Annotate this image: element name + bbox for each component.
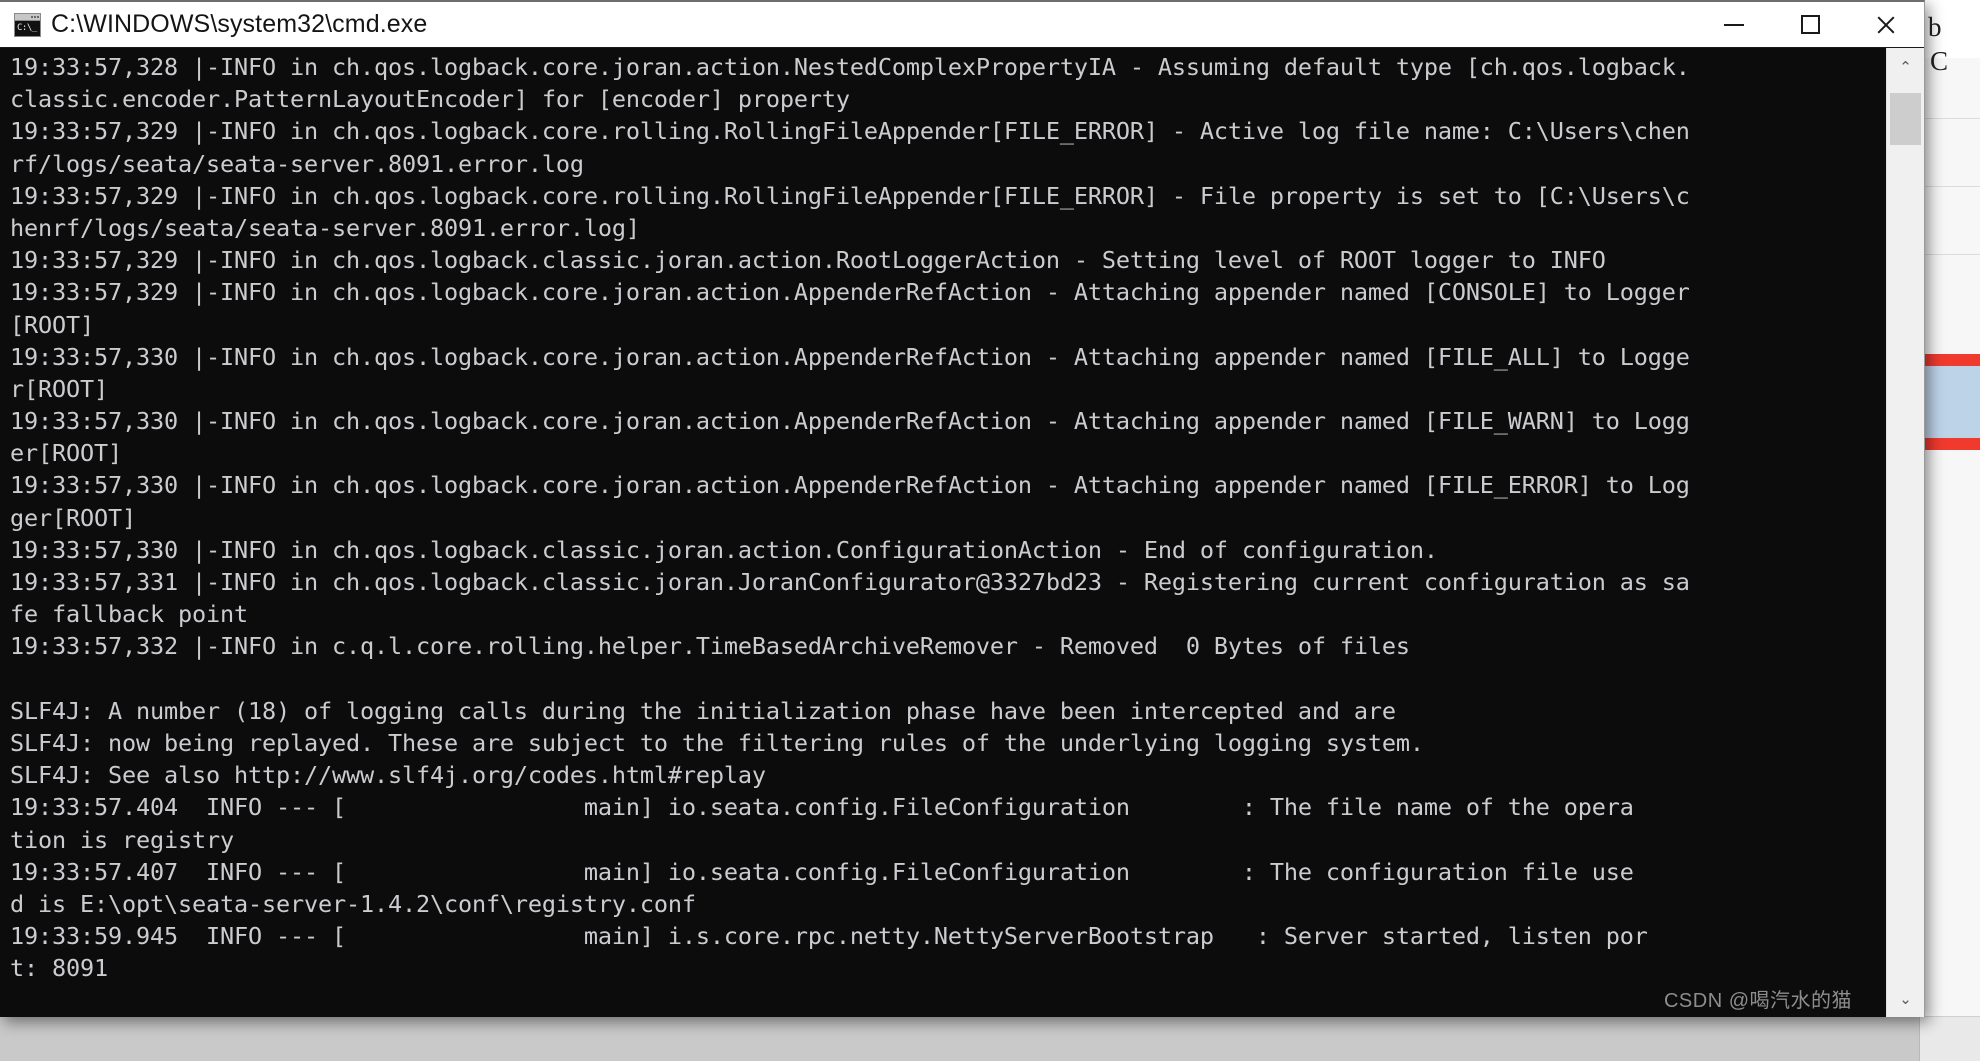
console-line: rf/logs/seata/seata-server.8091.error.lo… [10,149,584,178]
background-selection-band [1920,366,1980,438]
console-line: 19:33:57,332 |-INFO in c.q.l.core.rollin… [10,632,1410,661]
maximize-icon [1800,15,1820,34]
console-line: 19:33:57,329 |-INFO in ch.qos.logback.co… [10,278,1690,307]
background-error-marker[interactable] [1920,438,1980,450]
console-line: 19:33:57,330 |-INFO in ch.qos.logback.co… [10,407,1690,436]
console-line: t: 8091 [10,954,108,983]
console-scrollbar[interactable]: ⌃ ⌄ [1886,48,1924,1017]
console-line: 19:33:57.407 INFO --- [ main] io.seata.c… [10,857,1634,886]
scroll-down-arrow-icon[interactable]: ⌄ [1887,980,1924,1017]
console-line: fe fallback point [10,600,248,629]
maximize-button[interactable] [1772,2,1848,47]
background-error-marker[interactable] [1920,354,1980,366]
console-line: ger[ROOT] [10,503,136,532]
console-line: SLF4J: A number (18) of logging calls du… [10,696,1396,725]
window-title: C:\WINDOWS\system32\cmd.exe [51,10,428,38]
watermark-label: CSDN @喝汽水的猫 [1663,990,1852,1012]
window-controls [1696,2,1924,47]
minimize-button[interactable] [1696,2,1772,47]
console-line: 19:33:57,330 |-INFO in ch.qos.logback.cl… [10,535,1438,564]
console-line: henrf/logs/seata/seata-server.8091.error… [10,213,640,242]
background-rule [1924,118,1980,119]
console-line: tion is registry [10,825,234,854]
background-rule [1924,254,1980,255]
cmd-icon-body: C:\_ [15,20,40,36]
background-rule [1924,186,1980,187]
scrollbar-track[interactable] [1887,85,1924,980]
console-area[interactable]: 19:33:57,328 |-INFO in ch.qos.logback.co… [0,47,1924,1017]
console-line: d is E:\opt\seata-server-1.4.2\conf\regi… [10,889,696,918]
console-line: 19:33:57.404 INFO --- [ main] io.seata.c… [10,793,1634,822]
window-titlebar[interactable]: C:\_ C:\WINDOWS\system32\cmd.exe [0,2,1924,47]
background-taskbar[interactable] [1920,1016,1980,1061]
console-output[interactable]: 19:33:57,328 |-INFO in ch.qos.logback.co… [0,48,1886,1017]
console-line: SLF4J: See also http://www.slf4j.org/cod… [10,761,766,790]
cmd-prompt-icon: C:\_ [14,12,41,37]
console-line: 19:33:57,329 |-INFO in ch.qos.logback.co… [10,117,1690,146]
minimize-icon [1724,23,1744,26]
console-line: 19:33:57,330 |-INFO in ch.qos.logback.co… [10,471,1690,500]
console-line: 19:33:57,331 |-INFO in ch.qos.logback.cl… [10,568,1690,596]
close-button[interactable] [1848,2,1924,47]
console-line: 19:33:57,329 |-INFO in ch.qos.logback.cl… [10,246,1606,275]
console-line: [ROOT] [10,310,94,339]
scroll-up-arrow-icon[interactable]: ⌃ [1887,48,1924,85]
background-editor-canvas: ⌊ [1920,58,1980,1017]
console-line: classic.encoder.PatternLayoutEncoder] fo… [10,85,850,114]
console-line: SLF4J: now being replayed. These are sub… [10,728,1424,757]
console-line: r[ROOT] [10,374,108,403]
console-line: 19:33:59.945 INFO --- [ main] i.s.core.r… [10,922,1648,951]
cmd-icon-titlebar [15,13,40,21]
background-text-glyph: b [1928,12,1942,42]
console-line: 19:33:57,328 |-INFO in ch.qos.logback.co… [10,53,1690,81]
titlebar-left-group: C:\_ C:\WINDOWS\system32\cmd.exe [0,10,1696,39]
console-line: 19:33:57,330 |-INFO in ch.qos.logback.co… [10,342,1690,371]
background-text-glyph: C [1930,46,1949,76]
console-line: er[ROOT] [10,439,122,468]
cmd-window[interactable]: C:\_ C:\WINDOWS\system32\cmd.exe 19:33:5… [0,0,1925,1017]
console-line: 19:33:57,329 |-INFO in ch.qos.logback.co… [10,181,1690,210]
background-editor-window[interactable]: ⌊ b C [1919,0,1980,1061]
scrollbar-thumb[interactable] [1890,93,1921,145]
close-icon [1875,14,1897,36]
